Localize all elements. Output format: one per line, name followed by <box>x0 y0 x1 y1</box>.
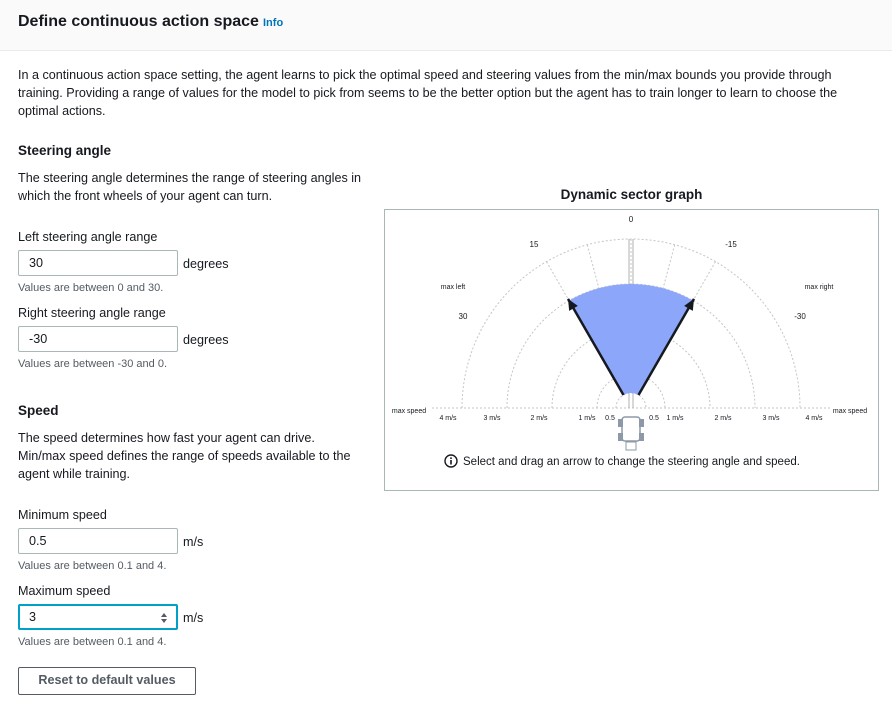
min-speed-unit: m/s <box>183 535 204 549</box>
stepper-icon[interactable] <box>160 612 168 624</box>
left-steering-value: 30 <box>29 256 44 270</box>
steering-heading: Steering angle <box>18 143 112 158</box>
angle-label-neg15: -15 <box>725 240 737 249</box>
speed-tick-label: 1 m/s <box>578 415 596 422</box>
speed-tick-label: 4 m/s <box>439 415 457 422</box>
speed-tick-label: 3 m/s <box>762 415 780 422</box>
graph-title: Dynamic sector graph <box>560 187 703 202</box>
speed-tick-label: 2 m/s <box>530 415 548 422</box>
left-steering-label: Left steering angle range <box>18 230 158 244</box>
max-speed-hint: Values are between 0.1 and 4. <box>18 636 167 648</box>
speed-tick-label: 0.5 <box>649 415 659 422</box>
angle-label-0: 0 <box>629 215 634 224</box>
right-steering-input[interactable]: -30 <box>18 326 178 352</box>
min-speed-input[interactable]: 0.5 <box>18 528 178 554</box>
speed-tick-label: 3 m/s <box>483 415 501 422</box>
info-link[interactable]: Info <box>263 17 283 29</box>
speed-description: The speed determines how fast your agent… <box>18 431 351 481</box>
reset-defaults-button[interactable]: Reset to default values <box>18 667 196 695</box>
max-speed-unit: m/s <box>183 611 204 625</box>
max-speed-value: 3 <box>29 610 37 624</box>
speed-tick-label: 1 m/s <box>666 415 684 422</box>
section-title: Define continuous action space <box>18 13 259 30</box>
left-steering-input[interactable]: 30 <box>18 250 178 276</box>
dynamic-sector-graph: 0 15 -15 30 -30 max left max right max speed max… <box>384 209 879 496</box>
max-speed-label-left: max speed <box>392 408 426 415</box>
left-steering-hint: Values are between 0 and 30. <box>18 282 164 294</box>
steering-description: The steering angle determines the range … <box>18 171 362 203</box>
graph-hint: Select and drag an arrow to change the s… <box>463 456 800 468</box>
right-steering-value: -30 <box>29 332 48 346</box>
angle-label-neg30: -30 <box>794 312 806 321</box>
angle-label-15: 15 <box>530 240 539 249</box>
min-speed-hint: Values are between 0.1 and 4. <box>18 560 167 572</box>
speed-tick-label: 2 m/s <box>714 415 732 422</box>
action-space-description: In a continuous action space setting, th… <box>18 68 838 118</box>
max-right-label: max right <box>805 284 834 291</box>
min-speed-label: Minimum speed <box>18 508 107 522</box>
right-steering-hint: Values are between -30 and 0. <box>18 358 168 370</box>
angle-label-30: 30 <box>459 312 468 321</box>
max-speed-label-right: max speed <box>833 408 867 415</box>
left-steering-unit: degrees <box>183 257 229 271</box>
speed-tick-label: 4 m/s <box>805 415 823 422</box>
right-steering-unit: degrees <box>183 333 229 347</box>
min-speed-value: 0.5 <box>29 534 47 548</box>
max-left-label: max left <box>441 284 466 291</box>
speed-tick-label: 0.5 <box>605 415 615 422</box>
section-header: Define continuous action space Info <box>0 0 892 51</box>
right-steering-label: Right steering angle range <box>18 306 166 320</box>
max-speed-label: Maximum speed <box>18 584 111 598</box>
speed-heading: Speed <box>18 403 59 418</box>
max-speed-input[interactable]: 3 <box>18 604 178 630</box>
